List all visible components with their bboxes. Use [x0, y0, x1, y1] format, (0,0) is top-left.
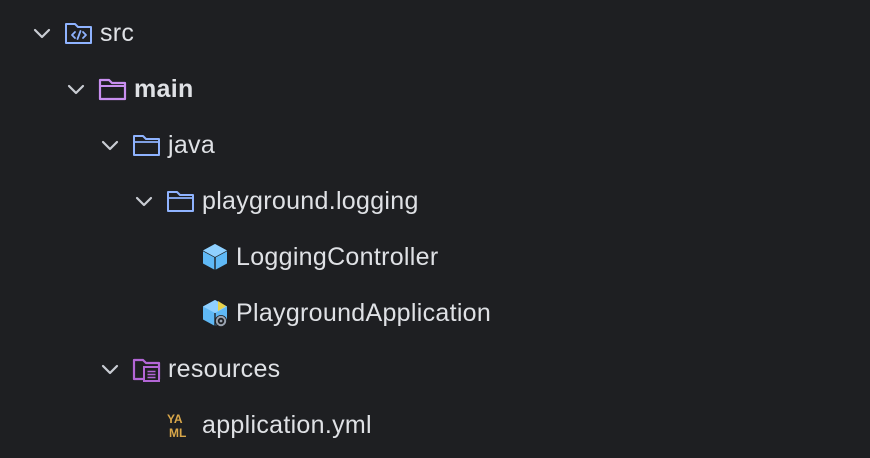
chevron-down-icon[interactable] [100, 359, 120, 379]
tree-node-label: PlaygroundApplication [236, 299, 492, 327]
folder-icon [133, 135, 160, 156]
chevron-down-icon[interactable] [32, 23, 52, 43]
tree-node-main[interactable]: main [0, 61, 870, 117]
tree-node-playground-application[interactable]: PlaygroundApplication [0, 285, 870, 341]
chevron-down-icon[interactable] [134, 191, 154, 211]
chevron-down-icon[interactable] [100, 135, 120, 155]
chevron-down-icon[interactable] [66, 79, 86, 99]
java-class-icon [202, 244, 228, 270]
tree-node-logging-controller[interactable]: LoggingController [0, 229, 870, 285]
tree-node-label: java [168, 131, 216, 159]
module-folder-icon [98, 78, 127, 101]
package-folder-icon [167, 191, 194, 212]
tree-node-src[interactable]: src [0, 5, 870, 61]
project-tree: src main java playground.logging Logging… [0, 5, 870, 453]
tree-node-application-yml[interactable]: YA ML application.yml [0, 397, 870, 453]
svg-text:ML: ML [169, 426, 186, 440]
spring-boot-class-icon [203, 300, 227, 327]
tree-node-label: playground.logging [202, 187, 419, 215]
tree-node-label: application.yml [202, 411, 372, 439]
svg-text:YA: YA [167, 412, 183, 426]
tree-node-label: main [134, 75, 194, 103]
yaml-file-icon: YA ML [167, 412, 186, 440]
source-folder-icon [65, 23, 92, 44]
tree-node-label: LoggingController [236, 243, 439, 271]
tree-node-label: resources [168, 355, 281, 383]
tree-node-label: src [100, 19, 135, 47]
tree-node-java[interactable]: java [0, 117, 870, 173]
tree-node-resources[interactable]: resources [0, 341, 870, 397]
resources-folder-icon [132, 358, 161, 382]
tree-node-playground-logging[interactable]: playground.logging [0, 173, 870, 229]
